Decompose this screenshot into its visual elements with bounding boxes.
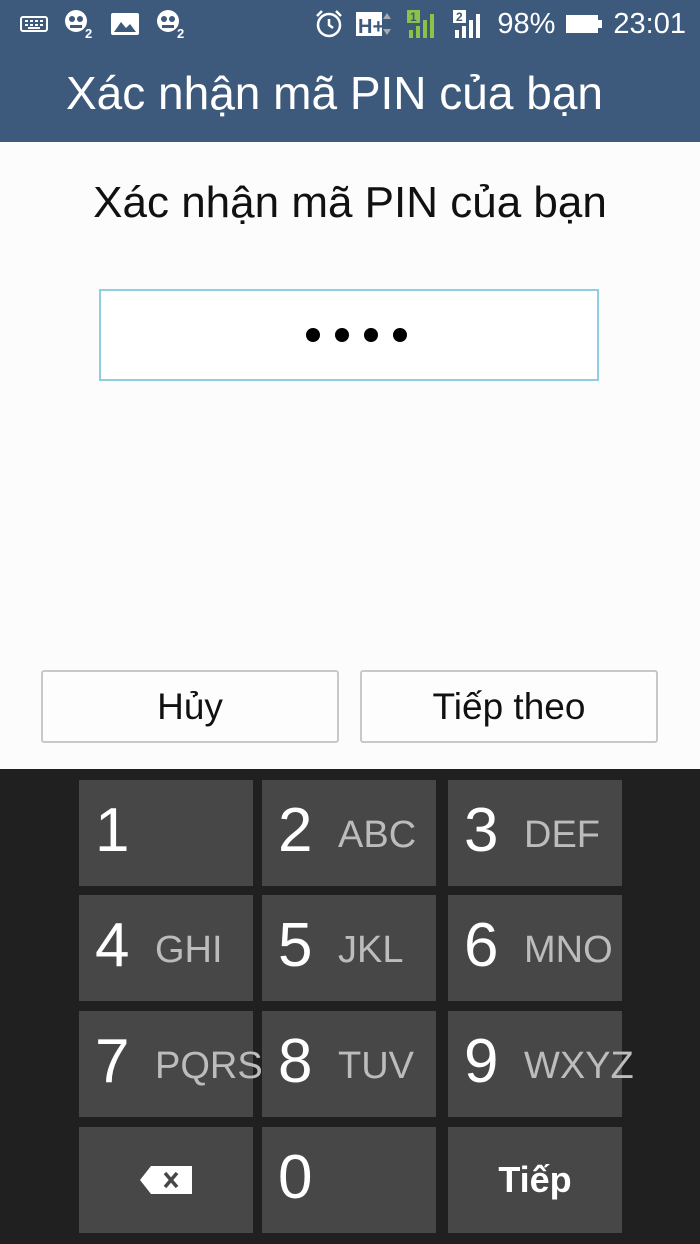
key-6[interactable]: 6 MNO (448, 895, 622, 1001)
key-8[interactable]: 8 TUV (262, 1011, 436, 1117)
battery-icon (565, 13, 603, 35)
key-digit: 7 (95, 1027, 130, 1096)
clock: 23:01 (613, 7, 686, 40)
action-bar: Xác nhận mã PIN của bạn (0, 48, 700, 142)
network-type-icon: H+ (355, 9, 395, 39)
key-digit: 8 (278, 1027, 313, 1096)
pin-dot (393, 328, 407, 342)
action-bar-title: Xác nhận mã PIN của bạn (66, 67, 603, 119)
key-digit: 4 (95, 911, 130, 980)
pin-dot (364, 328, 378, 342)
key-digit: 3 (464, 796, 499, 865)
svg-text:2: 2 (456, 10, 463, 24)
key-letters: ABC (338, 814, 417, 856)
key-letters: MNO (524, 929, 613, 971)
key-letters: PQRS (155, 1045, 263, 1087)
key-digit: 0 (278, 1143, 313, 1212)
svg-text:2: 2 (85, 26, 92, 40)
key-digit: 9 (464, 1027, 499, 1096)
key-2[interactable]: 2 ABC (262, 780, 436, 886)
enter-key-label: Tiếp (498, 1159, 572, 1200)
svg-text:1: 1 (410, 10, 417, 24)
alarm-icon (313, 8, 345, 40)
signal-sim1-icon: 1 (405, 8, 441, 40)
key-letters: DEF (524, 814, 600, 856)
key-digit: 1 (95, 796, 130, 865)
key-7[interactable]: 7 PQRS (79, 1011, 263, 1117)
backspace-key[interactable] (79, 1127, 253, 1233)
game-zombie-icon: 2 (154, 8, 188, 40)
pin-prompt: Xác nhận mã PIN của bạn (93, 178, 607, 227)
key-0[interactable]: 0 (262, 1127, 436, 1233)
game-zombie-icon: 2 (62, 8, 96, 40)
pin-input[interactable] (99, 289, 599, 381)
pin-dot (306, 328, 320, 342)
pin-dot (335, 328, 349, 342)
signal-sim2-icon: 2 (451, 8, 487, 40)
numeric-keypad: 1 2 ABC 3 DEF 4 GHI 5 JKL 6 MNO 7 PQRS 8… (0, 769, 700, 1244)
key-letters: GHI (155, 929, 223, 971)
key-letters: WXYZ (524, 1045, 634, 1087)
key-letters: TUV (338, 1045, 414, 1087)
key-digit: 2 (278, 796, 313, 865)
key-letters: JKL (338, 929, 404, 971)
svg-text:H+: H+ (358, 16, 384, 38)
key-digit: 6 (464, 911, 499, 980)
keyboard-icon (20, 15, 48, 33)
key-1[interactable]: 1 (79, 780, 253, 886)
key-3[interactable]: 3 DEF (448, 780, 622, 886)
system-status-icons: H+ 1 2 98% 23:01 (313, 6, 686, 42)
cancel-button[interactable]: Hủy (41, 670, 339, 743)
image-icon (110, 12, 140, 36)
key-5[interactable]: 5 JKL (262, 895, 436, 1001)
key-4[interactable]: 4 GHI (79, 895, 253, 1001)
key-digit: 5 (278, 911, 313, 980)
status-bar: 2 2 H+ 1 2 98% 23:01 (0, 0, 700, 48)
key-9[interactable]: 9 WXYZ (448, 1011, 634, 1117)
next-button[interactable]: Tiếp theo (360, 670, 658, 743)
enter-key[interactable]: Tiếp (448, 1127, 622, 1233)
backspace-icon (79, 1127, 253, 1233)
battery-percent: 98% (497, 7, 556, 40)
pin-mask (306, 291, 407, 379)
svg-text:2: 2 (177, 26, 184, 40)
notification-icons: 2 2 (20, 8, 188, 40)
